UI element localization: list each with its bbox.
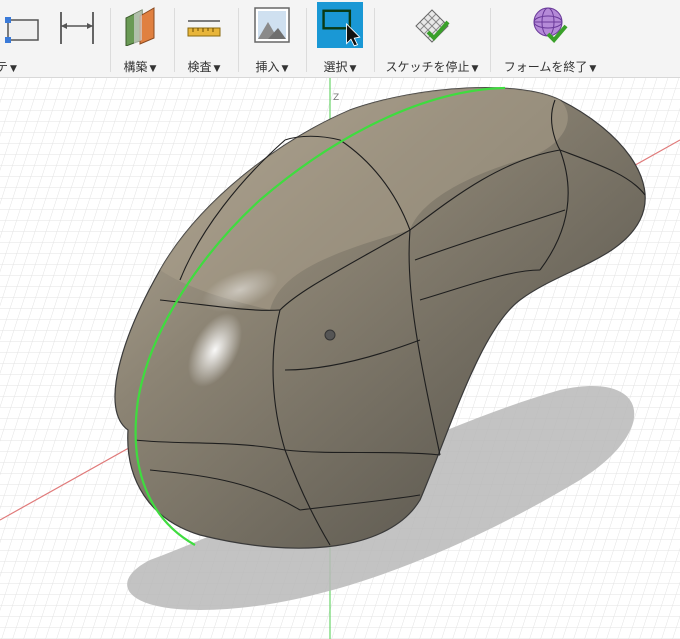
insert-tool[interactable]: 挿入 ▼ xyxy=(246,0,298,77)
dimension-icon xyxy=(60,12,94,44)
create-tool[interactable]: 構築 ▼ xyxy=(114,0,166,77)
inspect-tool[interactable]: 検査 ▼ xyxy=(178,0,230,77)
finish-form-tool[interactable]: フォームを終了 ▼ xyxy=(498,0,602,77)
sketch-grid-check-icon xyxy=(415,9,450,43)
stop-sketch-tool[interactable]: スケッチを停止 ▼ xyxy=(380,0,484,77)
toolbar: テ ▼ 構築 ▼ 検査 ▼ 挿入 ▼ 選択 ▼ スケッチを停止 ▼ フォームを終… xyxy=(0,0,680,78)
construct-planes-icon xyxy=(125,7,155,46)
ruler-icon xyxy=(187,20,221,37)
modify-icon xyxy=(5,17,39,43)
pivot-marker xyxy=(324,329,336,341)
select-tool[interactable]: 選択 ▼ xyxy=(312,0,368,77)
image-icon xyxy=(254,7,290,43)
canvas-viewport[interactable]: Z xyxy=(0,78,680,639)
measure-tool[interactable] xyxy=(52,0,102,77)
modify-tool[interactable]: テ ▼ xyxy=(0,0,50,77)
axis-label: Z xyxy=(333,93,339,103)
select-window-icon xyxy=(317,2,363,48)
form-sphere-check-icon xyxy=(533,7,568,43)
